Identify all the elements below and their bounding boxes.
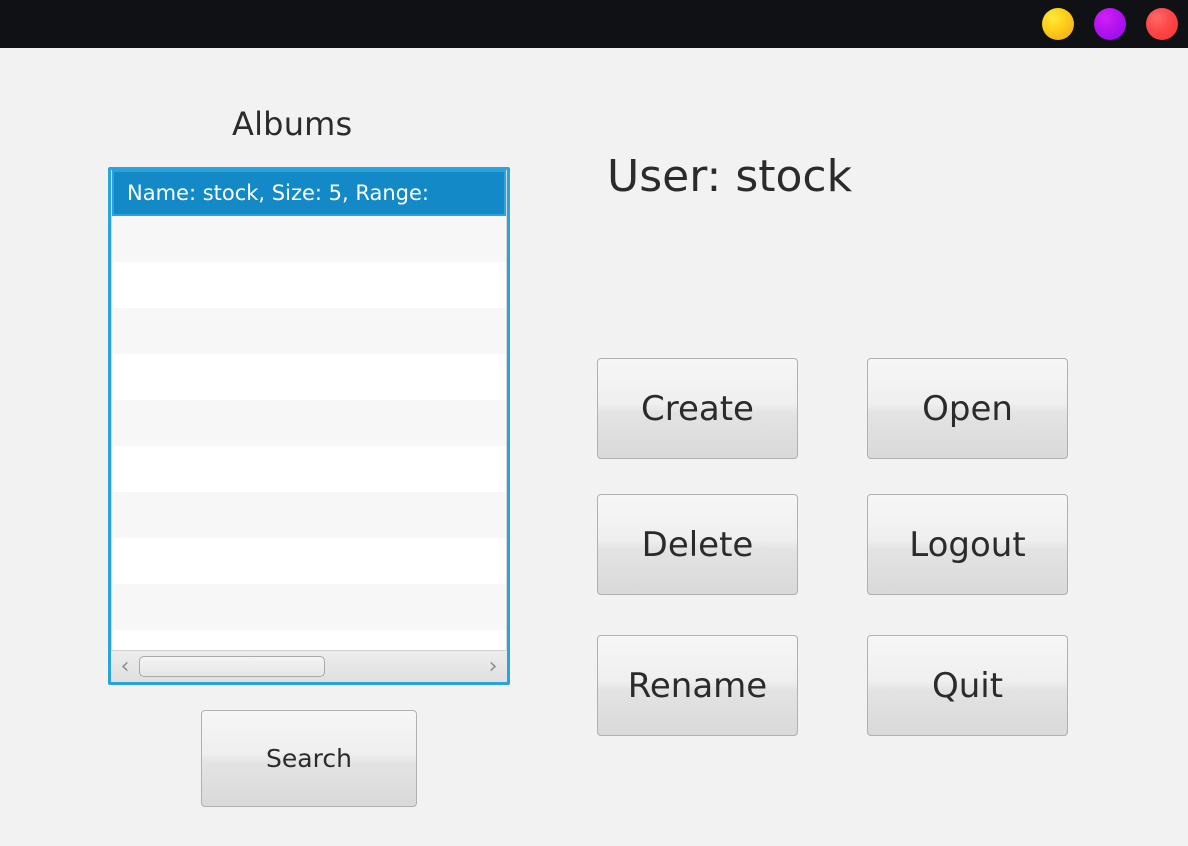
rename-button[interactable]: Rename [597, 635, 798, 736]
list-item[interactable] [112, 446, 506, 492]
list-item[interactable] [112, 262, 506, 308]
close-button[interactable] [1146, 8, 1178, 40]
quit-button[interactable]: Quit [867, 635, 1068, 736]
albums-list-rows[interactable]: Name: stock, Size: 5, Range: [111, 170, 507, 650]
minimize-button[interactable] [1042, 8, 1074, 40]
window-titlebar [0, 0, 1188, 48]
create-button[interactable]: Create [597, 358, 798, 459]
scrollbar-track[interactable] [139, 651, 479, 682]
list-item[interactable] [112, 400, 506, 446]
delete-button[interactable]: Delete [597, 494, 798, 595]
user-heading: User: stock [607, 151, 853, 202]
albums-listbox[interactable]: Name: stock, Size: 5, Range: ‹ › [108, 167, 510, 685]
list-item[interactable] [112, 216, 506, 262]
list-item[interactable] [112, 538, 506, 584]
list-item[interactable] [112, 630, 506, 650]
open-button[interactable]: Open [867, 358, 1068, 459]
maximize-button[interactable] [1094, 8, 1126, 40]
albums-label: Albums [232, 105, 353, 143]
scroll-left-icon[interactable]: ‹ [111, 655, 139, 678]
scrollbar-thumb[interactable] [139, 656, 325, 677]
list-item[interactable] [112, 492, 506, 538]
search-button[interactable]: Search [201, 710, 417, 807]
scroll-right-icon[interactable]: › [479, 655, 507, 678]
list-item[interactable] [112, 584, 506, 630]
list-item[interactable] [112, 308, 506, 354]
horizontal-scrollbar[interactable]: ‹ › [111, 650, 507, 682]
list-item[interactable] [112, 354, 506, 400]
list-item[interactable]: Name: stock, Size: 5, Range: [112, 170, 506, 216]
logout-button[interactable]: Logout [867, 494, 1068, 595]
